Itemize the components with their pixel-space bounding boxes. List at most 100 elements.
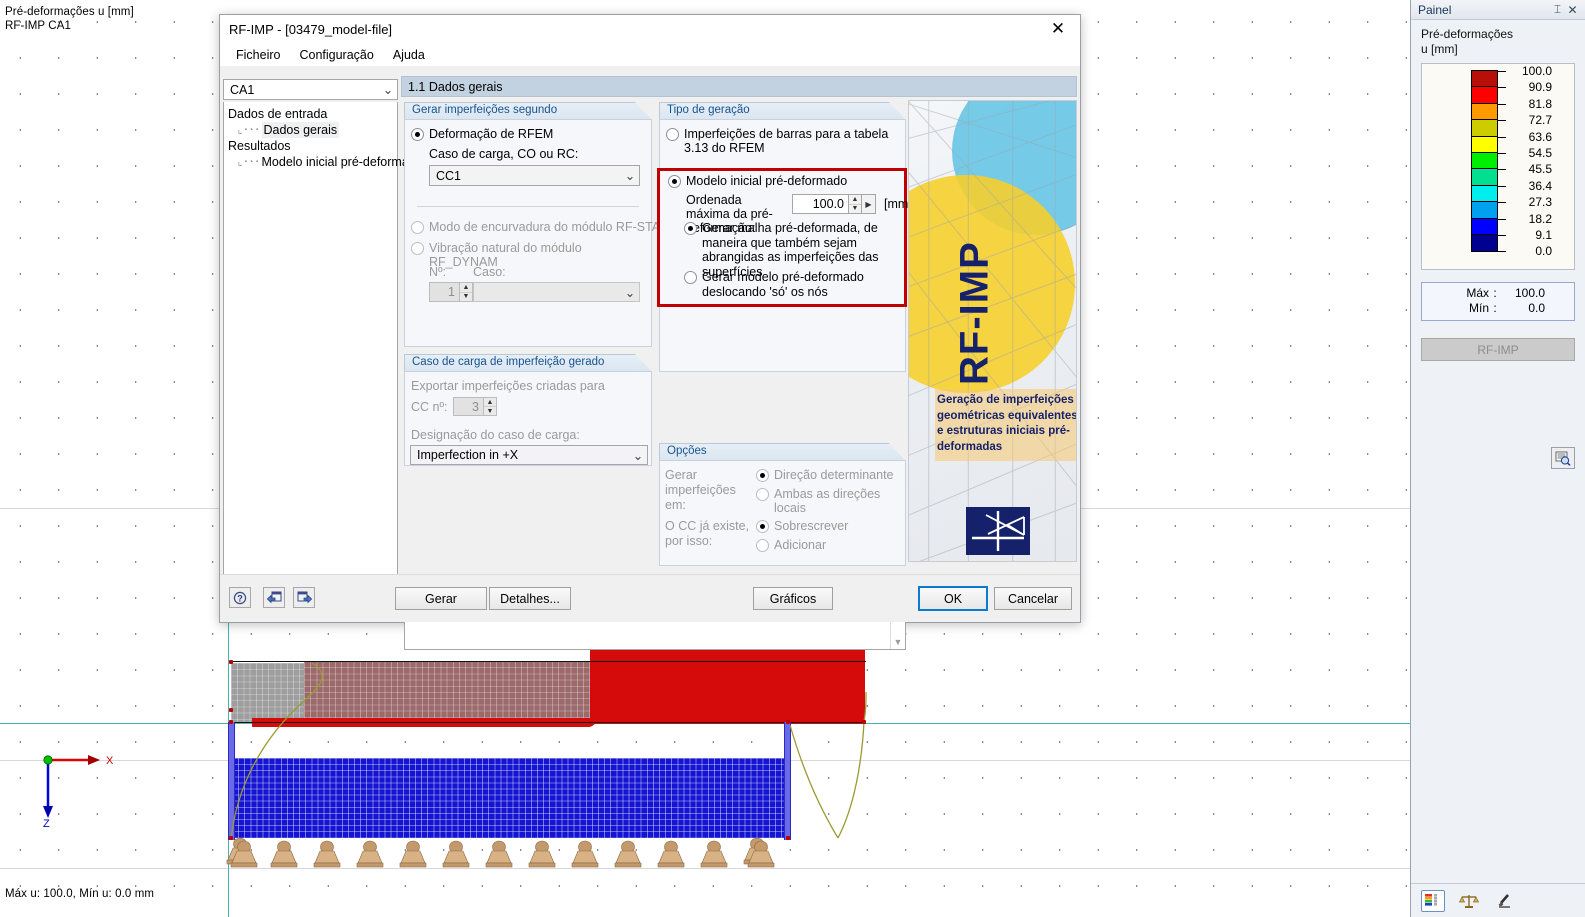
max-separator: : [1493, 286, 1497, 300]
previous-icon[interactable] [263, 587, 285, 608]
legend-tick [1498, 71, 1506, 72]
close-icon[interactable]: ✕ [1565, 3, 1580, 17]
dialog-body: CA1 ⌄ Dados de entrada ⌞··· Dados gerais… [220, 66, 1080, 650]
spin-up-icon[interactable]: ▲ [849, 195, 861, 205]
chevron-down-icon[interactable]: ⌄ [621, 168, 639, 183]
radio-add[interactable]: Adicionar [756, 538, 826, 552]
cancel-button[interactable]: Cancelar [994, 587, 1072, 610]
panel-body: Pré-deformações u [mm] 100.0 90.9 81.8 72.7… [1411, 20, 1585, 361]
details-button[interactable]: Detalhes... [489, 587, 571, 610]
scroll-down-icon[interactable]: ▼ [894, 637, 903, 647]
tree-item-resultados[interactable]: Resultados [228, 138, 397, 154]
radio-icon [756, 488, 769, 501]
spin-up-icon[interactable]: ▲ [460, 283, 472, 293]
menu-configuracao[interactable]: Configuração [291, 46, 381, 64]
load-case-combo[interactable]: CC1 ⌄ [429, 165, 640, 186]
navigator-tree[interactable]: Dados de entrada ⌞··· Dados gerais Resul… [223, 102, 423, 575]
radio-icon [666, 128, 679, 141]
radio-stability-mode[interactable]: Modo de encurvadura do módulo RF-STABILI… [411, 220, 663, 234]
legend-tick [1498, 153, 1506, 154]
generate-button[interactable]: Gerar [395, 587, 487, 610]
panel-tabs[interactable] [1411, 883, 1585, 917]
radio-overwrite[interactable]: Sobrescrever [756, 519, 848, 533]
group-type-title: Tipo de geração [659, 102, 906, 120]
microscope-tab[interactable] [1493, 890, 1517, 912]
chevron-down-icon[interactable]: ⌄ [621, 285, 639, 300]
navigator-combo-value: CA1 [230, 82, 255, 97]
help-icon[interactable]: ? [229, 587, 251, 608]
navigator-combo[interactable]: CA1 ⌄ [223, 79, 398, 100]
radio-label: Deformação de RFEM [429, 127, 554, 141]
legend-band [1472, 120, 1497, 137]
tree-item-dados-entrada[interactable]: Dados de entrada [228, 106, 397, 122]
radio-label: Direção determinante [774, 468, 894, 482]
spinner-buttons[interactable]: ▲ ▼ [459, 282, 473, 302]
cc-spinner[interactable]: 3 ▲ ▼ [453, 397, 497, 416]
num-spinner[interactable]: 1 ▲ ▼ [429, 282, 473, 302]
legend-band [1472, 103, 1497, 121]
max-label: Máx [1466, 286, 1489, 300]
panel-heading: Pré-deformações [1421, 27, 1514, 41]
spinner-buttons[interactable]: ▲ ▼ [848, 194, 862, 214]
tree-item-dados-gerais[interactable]: ⌞··· Dados gerais [228, 122, 397, 138]
cc-label: CC nº: [411, 400, 448, 414]
radio-icon [684, 271, 697, 284]
case-combo[interactable]: ⌄ [473, 282, 640, 302]
num-value[interactable]: 1 [429, 282, 459, 302]
radio-rfem-deformation[interactable]: Deformação de RFEM [411, 127, 553, 141]
chevron-down-icon[interactable]: ⌄ [379, 82, 397, 97]
legend-tick [1498, 185, 1506, 187]
menu-ajuda[interactable]: Ajuda [385, 46, 433, 64]
spinner-buttons[interactable]: ▲ ▼ [483, 397, 497, 416]
spin-down-icon[interactable]: ▼ [849, 205, 861, 214]
graphics-button[interactable]: Gráficos [753, 587, 833, 610]
cc-value[interactable]: 3 [453, 397, 483, 416]
rfimp-dialog[interactable]: RF-IMP - [03479_model-file] ✕ Ficheiro C… [219, 14, 1081, 650]
pin-icon[interactable]: ⌶ [1550, 2, 1565, 17]
tree-item-modelo-predeformado[interactable]: ⌞··· Modelo inicial pré-deformado [228, 154, 423, 170]
spin-down-icon[interactable]: ▼ [484, 407, 496, 415]
legend-band [1472, 185, 1497, 203]
legend-value: 45.5 [1528, 162, 1552, 177]
max-ordinate-value[interactable]: 100.0 [792, 194, 848, 214]
svg-text:Z: Z [43, 818, 50, 828]
legend-band [1472, 202, 1497, 219]
max-row: Máx : 100.0 [1422, 286, 1574, 301]
legend-tick [1498, 218, 1506, 220]
radio-generate-nodes[interactable]: Gerar modelo pré-deformado deslocando 's… [684, 270, 899, 299]
color-legend[interactable]: 100.0 90.9 81.8 72.7 63.6 54.5 45.5 36.4 27.3 18.… [1421, 63, 1575, 270]
spin-down-icon[interactable]: ▼ [460, 293, 472, 302]
module-button[interactable]: RF-IMP [1421, 338, 1575, 361]
next-icon[interactable] [293, 587, 315, 608]
menu-ficheiro[interactable]: Ficheiro [228, 46, 288, 64]
scales-tab[interactable] [1457, 890, 1481, 912]
designation-combo[interactable]: Imperfection in +X ⌄ [410, 445, 648, 465]
group-loadcase-body: Exportar imperfeições criadas para CC nº… [404, 371, 652, 466]
radio-determinant-direction[interactable]: Direção determinante [756, 468, 894, 482]
result-panel[interactable]: Painel ⌶ ✕ Pré-deformações u [mm] 100.0 9… [1410, 0, 1585, 917]
spin-more-icon[interactable]: ▶ [862, 194, 876, 214]
group-generate-title: Gerar imperfeições segundo [404, 102, 652, 120]
chevron-down-icon[interactable]: ⌄ [629, 448, 647, 463]
spin-up-icon[interactable]: ▲ [484, 398, 496, 407]
dialog-menubar[interactable]: Ficheiro Configuração Ajuda [220, 43, 1080, 66]
color-legend-tab[interactable] [1421, 889, 1445, 912]
radio-dynam-vibration[interactable]: Vibração natural do módulo RF_DYNAM [411, 241, 651, 269]
group-generate-according: Gerar imperfeições segundo Deformação de… [404, 102, 663, 347]
radio-both-local-directions[interactable]: Ambas as direções locais [756, 487, 905, 515]
radio-icon [411, 128, 424, 141]
legend-value: 54.5 [1528, 146, 1552, 160]
zoom-detail-icon[interactable] [1551, 447, 1575, 469]
max-ordinate-spinner[interactable]: 100.0 ▲ ▼ ▶ [792, 194, 876, 214]
color-legend-strip [1471, 70, 1498, 253]
radio-label: Imperfeições de barras para a tabela 3.1… [684, 127, 889, 155]
legend-band [1472, 71, 1497, 88]
radio-predeformed-model[interactable]: Modelo inicial pré-deformado [668, 174, 847, 188]
radio-member-imperfections[interactable]: Imperfeições de barras para a tabela 3.1… [666, 127, 901, 155]
ok-button[interactable]: OK [918, 586, 988, 611]
close-icon[interactable]: ✕ [1036, 16, 1080, 43]
node [786, 720, 790, 724]
load-case-value: CC1 [436, 168, 462, 183]
generate-in-label-line2: em: [665, 498, 686, 512]
legend-band [1472, 136, 1497, 153]
